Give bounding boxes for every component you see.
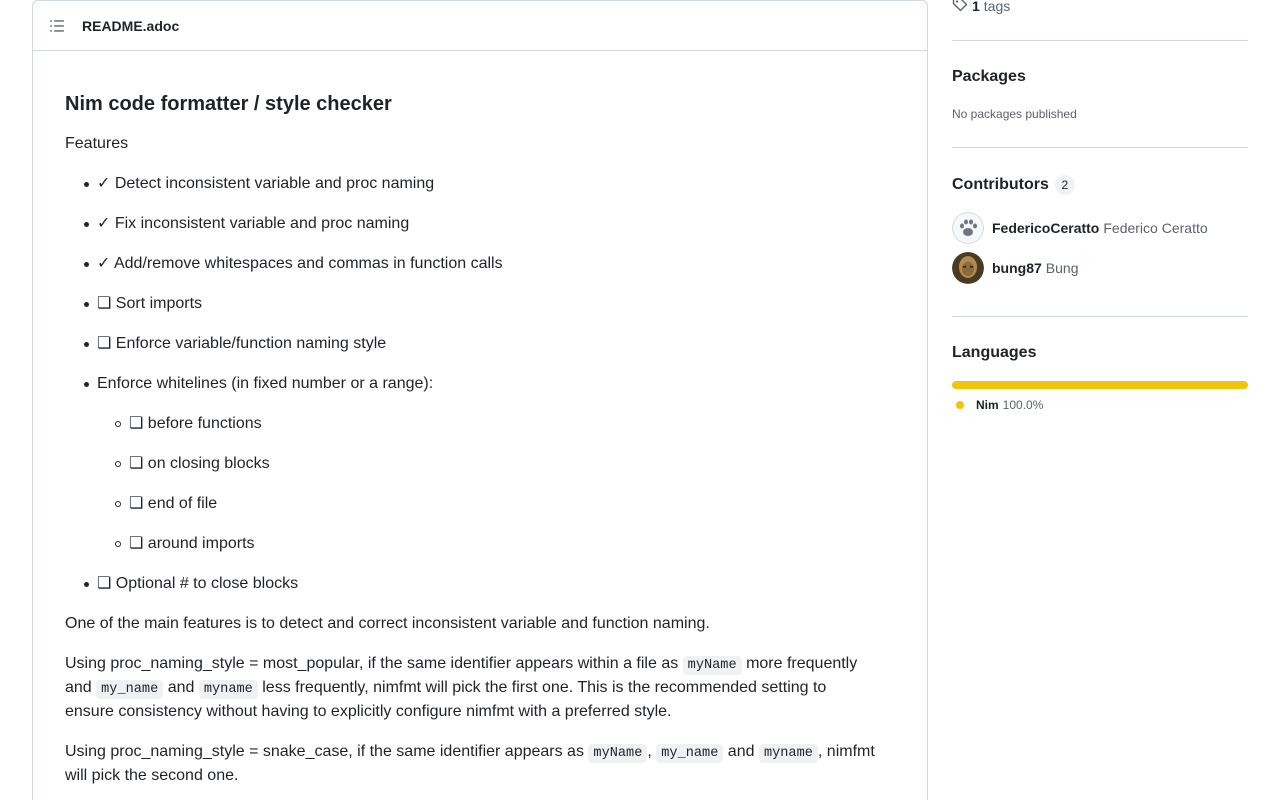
feature-subitem: ❏ around imports bbox=[129, 535, 255, 552]
sub-bullet-icon bbox=[115, 461, 121, 467]
paragraph-line: ensure consistency without having to exp… bbox=[65, 703, 672, 720]
paragraph-line: and my_name and myname less frequently, … bbox=[65, 676, 826, 702]
contributor-row[interactable]: bung87 Bung bbox=[952, 252, 1078, 284]
readme-panel: README.adoc Nim code formatter / style c… bbox=[32, 0, 928, 800]
text-span: Using proc_naming_style = most_popular, … bbox=[65, 655, 683, 672]
inline-code: my_name bbox=[96, 680, 164, 699]
paragraph-line: will pick the second one. bbox=[65, 767, 239, 784]
paragraph-line: Using proc_naming_style = snake_case, if… bbox=[65, 740, 875, 766]
bullet-icon bbox=[84, 262, 89, 267]
tags-label: tags bbox=[983, 0, 1011, 14]
contributors-heading-label: Contributors bbox=[952, 176, 1049, 193]
divider bbox=[952, 316, 1248, 317]
text-span: , bbox=[647, 743, 657, 760]
text-span: and bbox=[163, 679, 199, 696]
text-span: more frequently bbox=[741, 655, 858, 672]
readme-title: Nim code formatter / style checker bbox=[65, 93, 392, 115]
sub-bullet-icon bbox=[115, 501, 121, 507]
feature-item: ❏ Enforce variable/function naming style bbox=[97, 335, 387, 352]
language-percent: 100.0% bbox=[1002, 398, 1044, 412]
text-span: Using proc_naming_style = snake_case, if… bbox=[65, 743, 589, 760]
contributors-heading[interactable]: Contributors 2 bbox=[952, 175, 1075, 195]
languages-heading: Languages bbox=[952, 344, 1037, 361]
avatar[interactable] bbox=[952, 212, 984, 244]
bullet-icon bbox=[84, 222, 89, 227]
text-span: , nimfmt bbox=[817, 743, 875, 760]
paragraph-line: Using proc_naming_style = most_popular, … bbox=[65, 652, 857, 678]
bullet-icon bbox=[84, 182, 89, 187]
paragraph: One of the main features is to detect an… bbox=[65, 615, 710, 632]
readme-filename-link[interactable]: README.adoc bbox=[82, 18, 179, 34]
contributor-name: Federico Ceratto bbox=[1103, 220, 1208, 236]
feature-subitem: ❏ end of file bbox=[129, 495, 218, 512]
list-icon[interactable] bbox=[49, 18, 65, 34]
language-dot-icon bbox=[956, 401, 964, 409]
inline-code: myname bbox=[758, 744, 818, 763]
features-label: Features bbox=[65, 135, 129, 152]
inline-code: myname bbox=[198, 680, 258, 699]
sub-bullet-icon bbox=[115, 541, 121, 547]
feature-item: ❏ Sort imports bbox=[97, 295, 203, 312]
feature-item: Enforce whitelines (in fixed number or a… bbox=[97, 375, 434, 392]
language-item[interactable]: Nim 100.0% bbox=[952, 398, 1043, 412]
sub-bullet-icon bbox=[115, 421, 121, 427]
text-span: less frequently, nimfmt will pick the fi… bbox=[257, 679, 827, 696]
tags-count: 1 bbox=[972, 0, 980, 14]
bullet-icon bbox=[84, 382, 89, 387]
feature-item: ✓ Add/remove whitespaces and commas in f… bbox=[97, 255, 503, 272]
inline-code: my_name bbox=[656, 744, 724, 763]
avatar[interactable] bbox=[952, 252, 984, 284]
packages-heading[interactable]: Packages bbox=[952, 68, 1026, 86]
text-span: and bbox=[723, 743, 759, 760]
language-name: Nim bbox=[976, 398, 999, 412]
tag-icon bbox=[952, 0, 968, 15]
contributor-row[interactable]: FedericoCeratto Federico Ceratto bbox=[952, 212, 1208, 244]
readme-header: README.adoc bbox=[33, 1, 927, 51]
language-bar bbox=[952, 381, 1248, 389]
contributor-login[interactable]: bung87 bbox=[992, 260, 1042, 276]
contributor-login[interactable]: FedericoCeratto bbox=[992, 220, 1099, 236]
inline-code: myName bbox=[588, 744, 648, 763]
bullet-icon bbox=[84, 342, 89, 347]
feature-item: ✓ Detect inconsistent variable and proc … bbox=[97, 175, 435, 192]
divider bbox=[952, 40, 1248, 41]
contributor-name: Bung bbox=[1045, 260, 1079, 276]
bullet-icon bbox=[84, 302, 89, 307]
contributors-count-badge: 2 bbox=[1054, 175, 1075, 195]
bullet-icon bbox=[84, 582, 89, 587]
divider bbox=[952, 147, 1248, 148]
inline-code: myName bbox=[682, 656, 742, 675]
feature-subitem: ❏ before functions bbox=[129, 415, 262, 432]
feature-item: ✓ Fix inconsistent variable and proc nam… bbox=[97, 215, 410, 232]
feature-item: ❏ Optional # to close blocks bbox=[97, 575, 299, 592]
feature-subitem: ❏ on closing blocks bbox=[129, 455, 270, 472]
packages-text: No packages published bbox=[952, 107, 1077, 121]
text-span: and bbox=[65, 679, 97, 696]
tags-link[interactable]: 1 tags bbox=[952, 0, 1010, 15]
